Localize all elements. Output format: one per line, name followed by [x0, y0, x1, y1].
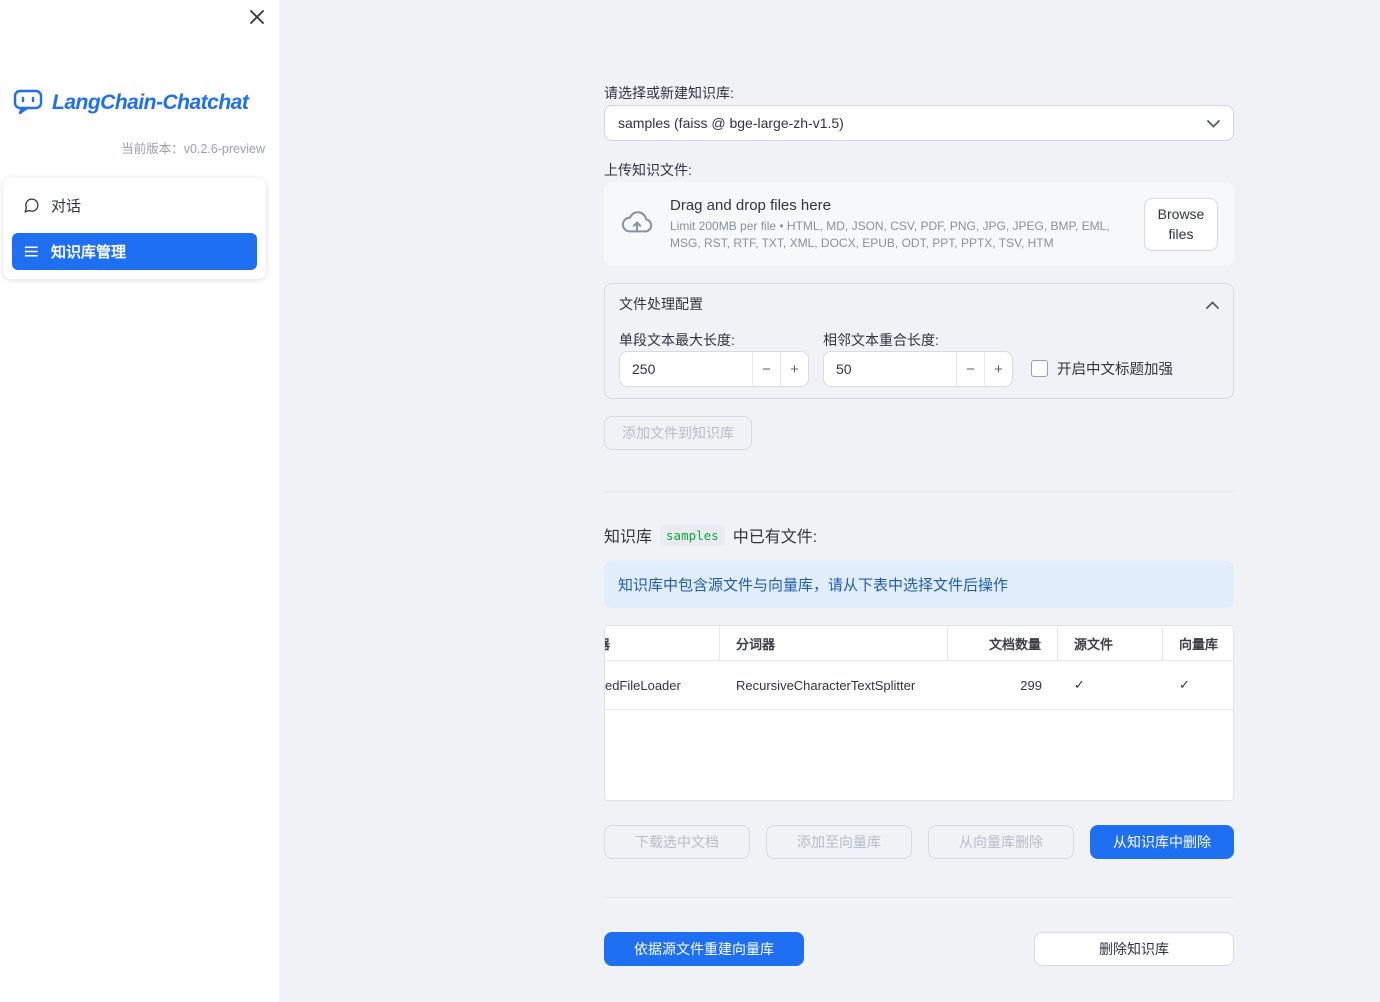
max-length-label: 单段文本最大长度:: [619, 332, 735, 348]
sidebar-item-label: 对话: [51, 198, 82, 215]
browse-files-button[interactable]: Browse files: [1144, 197, 1218, 251]
table-header-row: 文档加载器 分词器 文档数量 源文件 向量库: [605, 626, 1233, 661]
divider: [604, 897, 1234, 898]
download-selected-button: 下载选中文档: [604, 825, 750, 859]
cloud-upload-icon: [620, 209, 654, 240]
col-header-loader[interactable]: 文档加载器: [605, 626, 720, 660]
sidebar-item-dialogue[interactable]: 对话: [12, 187, 257, 224]
main-content: 请选择或新建知识库: samples (faiss @ bge-large-zh…: [604, 0, 1234, 1002]
cell-splitter: RecursiveCharacterTextSplitter: [736, 677, 916, 693]
kb-select-label: 请选择或新建知识库:: [604, 85, 734, 101]
add-to-vector-store-button: 添加至向量库: [766, 825, 912, 859]
dropzone-limit-text: Limit 200MB per file • HTML, MD, JSON, C…: [670, 218, 1110, 250]
chevron-up-icon: [1206, 296, 1219, 312]
info-banner: 知识库中包含源文件与向量库，请从下表中选择文件后操作: [604, 561, 1234, 608]
existing-files-heading: 知识库 samples 中已有文件:: [604, 523, 817, 547]
overlap-increment-button[interactable]: +: [984, 352, 1012, 386]
cell-doc-count: 299: [1020, 677, 1042, 693]
sidebar-close-button[interactable]: [246, 7, 268, 29]
sidebar-item-label: 知识库管理: [51, 244, 127, 261]
max-length-value[interactable]: 250: [620, 352, 752, 386]
expander-title: 文件处理配置: [619, 296, 703, 312]
close-icon: [249, 9, 265, 28]
cell-source-check: ✓: [1074, 677, 1085, 692]
delete-knowledge-base-button[interactable]: 删除知识库: [1034, 932, 1234, 966]
sidebar-item-knowledge-base[interactable]: 知识库管理: [12, 233, 257, 270]
file-dropzone[interactable]: Drag and drop files here Limit 200MB per…: [604, 182, 1234, 266]
dropzone-texts: Drag and drop files here Limit 200MB per…: [670, 197, 1128, 252]
divider: [604, 491, 1234, 492]
overlap-decrement-button[interactable]: −: [956, 352, 984, 386]
file-config-expander: 文件处理配置 单段文本最大长度: 相邻文本重合长度: 250 − + 50 − …: [604, 283, 1234, 399]
add-files-button: 添加文件到知识库: [604, 416, 752, 450]
info-text: 知识库中包含源文件与向量库，请从下表中选择文件后操作: [618, 577, 1009, 594]
overlap-label: 相邻文本重合长度:: [823, 332, 939, 348]
kb-select-value: samples (faiss @ bge-large-zh-v1.5): [618, 115, 844, 131]
col-header-splitter[interactable]: 分词器: [720, 626, 948, 660]
cell-vector-check: ✓: [1179, 677, 1190, 692]
kb-select[interactable]: samples (faiss @ bge-large-zh-v1.5): [604, 105, 1234, 141]
version-label: 当前版本：v0.2.6-preview: [121, 142, 265, 156]
existing-prefix: 知识库: [604, 529, 653, 546]
col-header-source-file[interactable]: 源文件: [1058, 626, 1163, 660]
table-row[interactable]: UnstructuredFileLoader RecursiveCharacte…: [604, 661, 1233, 710]
app-window: LangChain-Chatchat 当前版本：v0.2.6-preview 对…: [0, 0, 1380, 1002]
logo-text: LangChain-Chatchat: [52, 90, 249, 114]
sidebar-menu: 对话 知识库管理: [3, 178, 266, 279]
file-actions-row: 下载选中文档 添加至向量库 从向量库删除 从知识库中删除: [604, 825, 1234, 859]
overlap-value[interactable]: 50: [824, 352, 956, 386]
dropzone-title: Drag and drop files here: [670, 196, 831, 214]
sidebar: LangChain-Chatchat 当前版本：v0.2.6-preview 对…: [0, 0, 280, 1002]
logo-icon: [12, 86, 44, 119]
files-table-scroll[interactable]: 文档加载器 分词器 文档数量 源文件 向量库 UnstructuredFileL…: [604, 626, 1233, 710]
chevron-down-icon: [1207, 115, 1220, 131]
cell-loader: UnstructuredFileLoader: [604, 677, 681, 693]
col-header-doc-count[interactable]: 文档数量: [948, 626, 1058, 660]
checkbox-icon[interactable]: [1031, 360, 1048, 377]
delete-from-vector-store-button: 从向量库删除: [928, 825, 1074, 859]
zh-title-checkbox-label: 开启中文标题加强: [1057, 362, 1173, 378]
chat-bubble-icon: [23, 197, 40, 214]
existing-suffix: 中已有文件:: [732, 529, 818, 546]
upload-label: 上传知识文件:: [604, 162, 692, 178]
kb-name-code-chip: samples: [660, 524, 725, 546]
max-length-decrement-button[interactable]: −: [752, 352, 780, 386]
list-icon: [23, 243, 40, 260]
col-header-vector-store[interactable]: 向量库: [1163, 626, 1233, 660]
files-table: 文档加载器 分词器 文档数量 源文件 向量库 UnstructuredFileL…: [604, 625, 1234, 801]
max-length-increment-button[interactable]: +: [780, 352, 808, 386]
rebuild-vector-store-button[interactable]: 依据源文件重建向量库: [604, 932, 804, 966]
delete-from-kb-button[interactable]: 从知识库中删除: [1090, 825, 1234, 859]
overlap-input: 50 − +: [823, 351, 1013, 387]
app-logo: LangChain-Chatchat: [12, 86, 249, 119]
zh-title-checkbox-row[interactable]: 开启中文标题加强: [1031, 358, 1173, 379]
max-length-input: 250 − +: [619, 351, 809, 387]
expander-header[interactable]: 文件处理配置: [605, 284, 1233, 324]
